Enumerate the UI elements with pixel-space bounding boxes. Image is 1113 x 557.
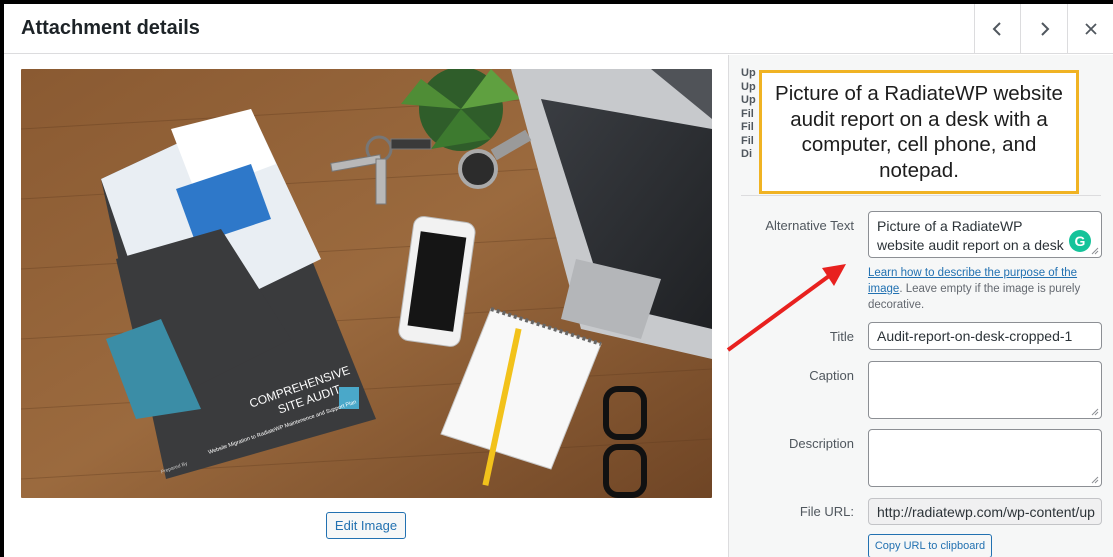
previous-attachment-button[interactable] (974, 4, 1020, 54)
description-field[interactable] (868, 429, 1102, 487)
meta-row: Up (741, 94, 756, 106)
alt-text-help-text: . Leave empty if the image is purely dec… (868, 283, 1081, 311)
media-preview-area: COMPREHENSIVE SITE AUDIT Website Migrati… (4, 55, 728, 557)
edit-image-button[interactable]: Edit Image (326, 512, 406, 539)
resize-handle-icon[interactable] (1091, 408, 1099, 416)
meta-row: Fil (741, 107, 754, 120)
title-field[interactable]: Audit-report-on-desk-cropped-1 (868, 322, 1102, 350)
close-modal-button[interactable] (1067, 4, 1113, 54)
grammarly-icon[interactable]: G (1069, 230, 1091, 252)
description-label: Description (788, 436, 854, 451)
alt-text-field[interactable]: Picture of a RadiateWP website audit rep… (868, 211, 1102, 258)
resize-handle-icon[interactable] (1091, 247, 1099, 255)
copy-url-button[interactable]: Copy URL to clipboard (868, 534, 992, 557)
attachment-details-modal: Attachment details COMPREHENSIVE SITE AU… (4, 4, 1113, 557)
file-url-field[interactable]: http://radiatewp.com/wp-content/up (868, 498, 1102, 525)
meta-row: Fil (741, 121, 754, 133)
chevron-left-icon (992, 22, 1001, 36)
modal-title: Attachment details (21, 17, 200, 39)
divider (741, 195, 1101, 196)
meta-row: Up (741, 67, 756, 79)
callout-text: Picture of a RadiateWP website audit rep… (775, 82, 1063, 182)
close-icon (1084, 23, 1097, 35)
modal-header: Attachment details (4, 4, 1113, 54)
meta-row: Fil (741, 134, 754, 147)
file-meta-list: Up Up Up Fil Fil Fil Di (741, 67, 756, 162)
next-attachment-button[interactable] (1020, 4, 1066, 54)
meta-row: Di (741, 148, 752, 160)
title-label: Title (829, 329, 854, 344)
alt-text-help: Learn how to describe the purpose of the… (868, 265, 1104, 313)
attachment-image: COMPREHENSIVE SITE AUDIT Website Migrati… (21, 69, 712, 498)
alt-text-label: Alternative Text (765, 218, 854, 233)
caption-label: Caption (809, 368, 854, 383)
chevron-right-icon (1040, 22, 1049, 36)
file-url-label: File URL: (799, 504, 854, 519)
resize-handle-icon[interactable] (1091, 476, 1099, 484)
alt-text-callout: Picture of a RadiateWP website audit rep… (759, 70, 1079, 194)
alt-text-value: Picture of a RadiateWP website audit rep… (877, 218, 1064, 257)
meta-row: Up (741, 80, 756, 93)
caption-field[interactable] (868, 361, 1102, 419)
